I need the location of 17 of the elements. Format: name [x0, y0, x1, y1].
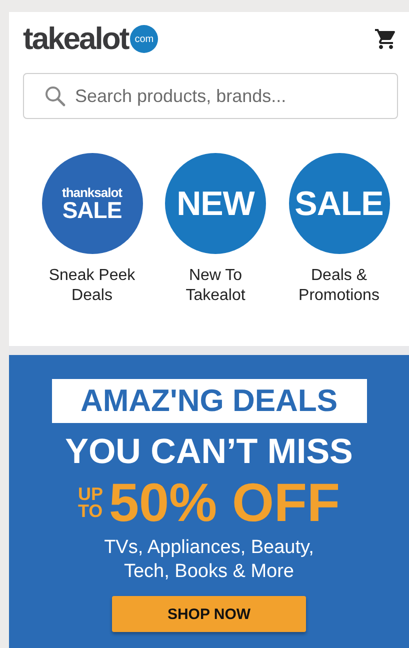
search-icon [44, 85, 66, 107]
category-label[interactable]: Sneak Peek Deals [40, 266, 144, 306]
category-label[interactable]: New To Takealot [164, 266, 268, 306]
banner-headline: AMAZ'NG DEALS [52, 379, 366, 423]
logo-text: takealot [23, 21, 128, 57]
shop-now-button[interactable]: SHOP NOW [112, 596, 306, 632]
offer-text: 50% OFF [108, 474, 340, 532]
category-badge[interactable]: thanksalot SALE [42, 153, 142, 254]
category-label[interactable]: Deals & Promotions [287, 266, 391, 306]
offer-prefix: UP TO [78, 486, 103, 520]
logo-badge: com [130, 25, 158, 53]
banner-subheadline: YOU CAN’T MISS [65, 432, 353, 472]
search-field[interactable]: Search products, brands... [23, 73, 398, 119]
category-badge[interactable]: NEW [165, 153, 266, 254]
cart-icon[interactable] [374, 27, 398, 51]
banner-description: TVs, Appliances, Beauty, Tech, Books & More [103, 536, 315, 584]
category-badge[interactable]: SALE [288, 153, 390, 254]
